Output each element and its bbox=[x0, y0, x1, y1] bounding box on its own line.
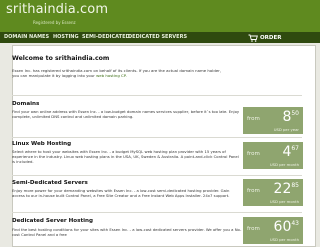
price-amount: 850 bbox=[282, 109, 299, 125]
price-box-semi-dedicated[interactable]: from 2285 USD per month bbox=[243, 179, 303, 206]
price-period: USD per month bbox=[269, 162, 299, 167]
price-integer: 60 bbox=[273, 219, 292, 235]
price-cents: 43 bbox=[291, 220, 299, 227]
cart-icon bbox=[248, 34, 258, 42]
price-from-label: from bbox=[247, 226, 260, 232]
nav-item-dedicated-servers[interactable]: DEDICATED SERVERS bbox=[128, 34, 187, 40]
control-panel-link[interactable]: web hosting CP. bbox=[96, 73, 127, 78]
price-amount: 2285 bbox=[274, 181, 299, 197]
divider bbox=[12, 175, 302, 176]
price-from-label: from bbox=[247, 116, 260, 122]
section-title-dedicated-servers[interactable]: Dedicated Server Hosting bbox=[12, 218, 93, 224]
divider bbox=[12, 137, 302, 138]
section-title-linux-hosting[interactable]: Linux Web Hosting bbox=[12, 141, 71, 147]
section-text-semi-dedicated: Enjoy more power for your demanding webs… bbox=[12, 188, 230, 198]
order-label: ORDER bbox=[260, 34, 282, 41]
site-tagline: Registered by Essenz bbox=[33, 20, 76, 25]
divider bbox=[12, 95, 302, 96]
nav-item-domain-names[interactable]: DOMAIN NAMES bbox=[4, 34, 49, 40]
order-button[interactable]: ORDER bbox=[248, 33, 318, 42]
price-from-label: from bbox=[247, 151, 260, 157]
price-from-label: from bbox=[247, 188, 260, 194]
price-period: USD per year bbox=[273, 127, 299, 132]
section-title-domains[interactable]: Domains bbox=[12, 101, 39, 107]
section-text-domains: Find your own online address with Essen … bbox=[12, 109, 240, 119]
main-nav: DOMAIN NAMES HOSTING SEMI-DEDICATED DEDI… bbox=[0, 32, 320, 43]
price-cents: 67 bbox=[291, 145, 299, 152]
price-box-dedicated-servers[interactable]: from 6043 USD per month bbox=[243, 217, 303, 244]
intro-text: Essen Inc. has registered srithaindia.co… bbox=[12, 68, 222, 78]
section-text-linux-hosting: Select where to host your websites with … bbox=[12, 149, 239, 164]
section-text-dedicated-servers: Find the best hosting conditions for you… bbox=[12, 227, 242, 237]
price-cents: 85 bbox=[291, 182, 299, 189]
price-period: USD per month bbox=[269, 199, 299, 204]
page-title: Welcome to srithaindia.com bbox=[12, 55, 110, 62]
price-cents: 50 bbox=[291, 110, 299, 117]
price-box-linux-hosting[interactable]: from 467 USD per month bbox=[243, 142, 303, 169]
site-header: srithaindia.com Registered by Essenz bbox=[0, 0, 320, 32]
nav-item-hosting[interactable]: HOSTING bbox=[53, 34, 79, 40]
price-integer: 22 bbox=[273, 181, 292, 197]
section-title-semi-dedicated[interactable]: Semi-Dedicated Servers bbox=[12, 180, 88, 186]
price-period: USD per month bbox=[269, 237, 299, 242]
nav-item-semi-dedicated[interactable]: SEMI-DEDICATED bbox=[82, 34, 130, 40]
site-title[interactable]: srithaindia.com bbox=[6, 2, 108, 17]
price-amount: 467 bbox=[282, 144, 299, 160]
divider bbox=[12, 212, 302, 213]
price-amount: 6043 bbox=[274, 219, 299, 235]
price-box-domains[interactable]: from 850 USD per year bbox=[243, 107, 303, 134]
